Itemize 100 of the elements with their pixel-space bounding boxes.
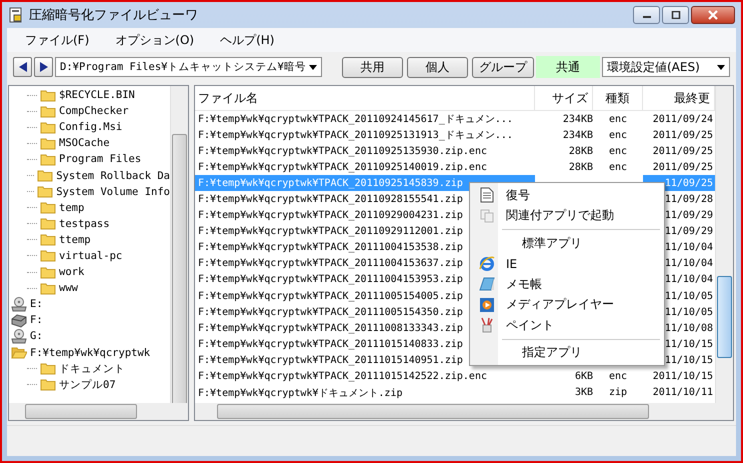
paint-icon (480, 317, 494, 334)
tree-item[interactable]: MSOCache (59, 137, 110, 150)
folder-icon (40, 201, 56, 214)
date-cell: 11/10/05 (664, 306, 713, 318)
date-cell: 11/09/25 (664, 178, 713, 189)
type-cell: enc (608, 371, 628, 382)
menu-item[interactable]: 関連付アプリで起動 (502, 207, 614, 224)
caret-icon (309, 64, 317, 70)
mode-label: 共通 (536, 56, 600, 78)
menu-item[interactable]: メディアプレイヤー (502, 296, 614, 314)
tree-item[interactable]: virtual-pc (59, 250, 122, 262)
size-cell: 234KB (562, 130, 593, 141)
disc-drive-icon (11, 328, 27, 344)
left-arrow-icon (16, 61, 28, 73)
browser-icon (479, 256, 495, 272)
type-cell: zip (608, 387, 628, 398)
toolbar-button[interactable]: 個人 (407, 56, 468, 78)
document-icon (480, 187, 494, 204)
menu-item[interactable]: IE (502, 256, 518, 271)
tree-item[interactable]: サンプル07 (59, 378, 116, 392)
scrollbar[interactable] (715, 86, 733, 403)
size-cell: 234KB (562, 114, 593, 125)
date-cell: 11/10/05 (664, 290, 713, 302)
tree-item[interactable]: System Rollback Da (56, 170, 170, 182)
date-cell: 2011/09/24 (652, 114, 713, 125)
folder-icon (40, 136, 56, 150)
date-cell: 11/09/29 (664, 226, 713, 238)
folder-icon (37, 169, 54, 182)
tree-item[interactable]: work (59, 266, 84, 278)
date-cell: 11/10/04 (664, 258, 713, 270)
tree-item[interactable]: ttemp (59, 234, 91, 246)
menu-item[interactable]: ファイル(F) (25, 32, 90, 48)
window-title: 圧縮暗号化ファイルビューワ (29, 7, 198, 24)
folder-icon (37, 185, 54, 198)
folder-icon (40, 362, 56, 376)
size-cell: 6KB (574, 371, 593, 382)
close-button[interactable] (691, 6, 735, 24)
toolbar-button[interactable]: グループ (472, 56, 534, 78)
tree-item[interactable]: CompChecker (59, 105, 129, 118)
column-header[interactable]: 種類 (593, 86, 643, 110)
file-name-cell[interactable]: F:¥temp¥wk¥qcryptwk¥TPACK_20111015142522.zip.enc (195, 368, 535, 385)
caret-icon (717, 64, 725, 70)
tree-item[interactable]: System Volume Info (56, 186, 170, 198)
app-icon (8, 7, 24, 23)
folder-icon (40, 378, 56, 392)
back-button[interactable] (13, 57, 32, 77)
date-cell: 11/10/04 (664, 242, 713, 254)
tree-item[interactable]: $RECYCLE.BIN (59, 89, 135, 102)
folder-icon (40, 249, 56, 262)
tree-item[interactable]: ドキュメント (59, 362, 125, 376)
toolbar-button[interactable]: 共用 (342, 56, 403, 78)
tree-item[interactable]: E: (30, 298, 43, 310)
date-cell: 2011/09/25 (652, 162, 713, 173)
disc-drive-icon (11, 296, 27, 312)
size-cell: 3KB (574, 387, 593, 398)
menu-item[interactable]: ペイント (502, 316, 554, 334)
date-cell: 11/10/08 (664, 322, 713, 334)
size-cell: 28KB (568, 162, 593, 173)
minimize-button[interactable] (633, 6, 660, 24)
menu-item[interactable]: オプション(O) (115, 32, 194, 48)
tree-item[interactable]: G: (30, 330, 43, 342)
date-cell: 11/10/15 (664, 338, 713, 350)
file-name-cell[interactable]: F:¥temp¥wk¥qcryptwk¥ドキュメント.zip (195, 384, 535, 401)
maximize-icon (670, 11, 680, 19)
date-cell: 11/09/28 (664, 194, 713, 206)
folder-icon (40, 282, 56, 295)
tree-item[interactable]: Config.Msi (59, 121, 122, 134)
type-cell: enc (608, 162, 628, 173)
column-header[interactable]: サイズ (535, 86, 593, 110)
menu-item[interactable]: 標準アプリ (502, 234, 582, 252)
file-name-cell[interactable]: F:¥temp¥wk¥qcryptwk¥TPACK_20110924145617_ドキュメン... (195, 111, 535, 128)
tree-item[interactable]: Program Files (59, 153, 142, 166)
folder-icon (40, 233, 56, 246)
type-cell: enc (608, 146, 628, 157)
tree-item[interactable]: www (59, 282, 78, 294)
date-cell: 11/10/04 (664, 274, 713, 286)
tree-item[interactable]: temp (59, 202, 84, 214)
forward-button[interactable] (34, 57, 53, 77)
path-dropdown[interactable]: D:¥Program Files¥トムキャットシステム¥暗号 (55, 57, 322, 77)
size-cell: 28KB (568, 146, 593, 157)
tree-item[interactable]: F:¥temp¥wk¥qcryptwk (30, 346, 150, 359)
type-cell: enc (608, 130, 628, 141)
maximize-button[interactable] (662, 6, 689, 24)
file-name-cell[interactable]: F:¥temp¥wk¥qcryptwk¥TPACK_20110925135930.zip.enc (195, 143, 535, 160)
menu-item[interactable]: 指定アプリ (502, 344, 582, 362)
folder-icon (40, 104, 56, 118)
tree-item[interactable]: F: (30, 314, 43, 326)
file-name-cell[interactable]: F:¥temp¥wk¥qcryptwk¥TPACK_20110925131913_ドキュメン... (195, 127, 535, 144)
menu-item[interactable]: メモ帳 (502, 276, 542, 293)
close-icon (707, 10, 719, 20)
file-name-cell[interactable]: F:¥temp¥wk¥qcryptwk¥TPACK_20110925140019.zip.enc (195, 159, 535, 176)
menu-item[interactable]: ヘルプ(H) (220, 32, 274, 48)
date-cell: 2011/09/25 (652, 130, 713, 141)
setting-dropdown[interactable]: 環境設定値(AES) (602, 57, 730, 77)
tree-item[interactable]: testpass (59, 218, 110, 230)
scrollbar[interactable] (170, 86, 188, 403)
column-header[interactable]: ファイル名 (195, 86, 535, 110)
scrollbar[interactable] (9, 403, 188, 420)
scrollbar[interactable] (195, 403, 733, 420)
folder-icon (40, 217, 56, 230)
